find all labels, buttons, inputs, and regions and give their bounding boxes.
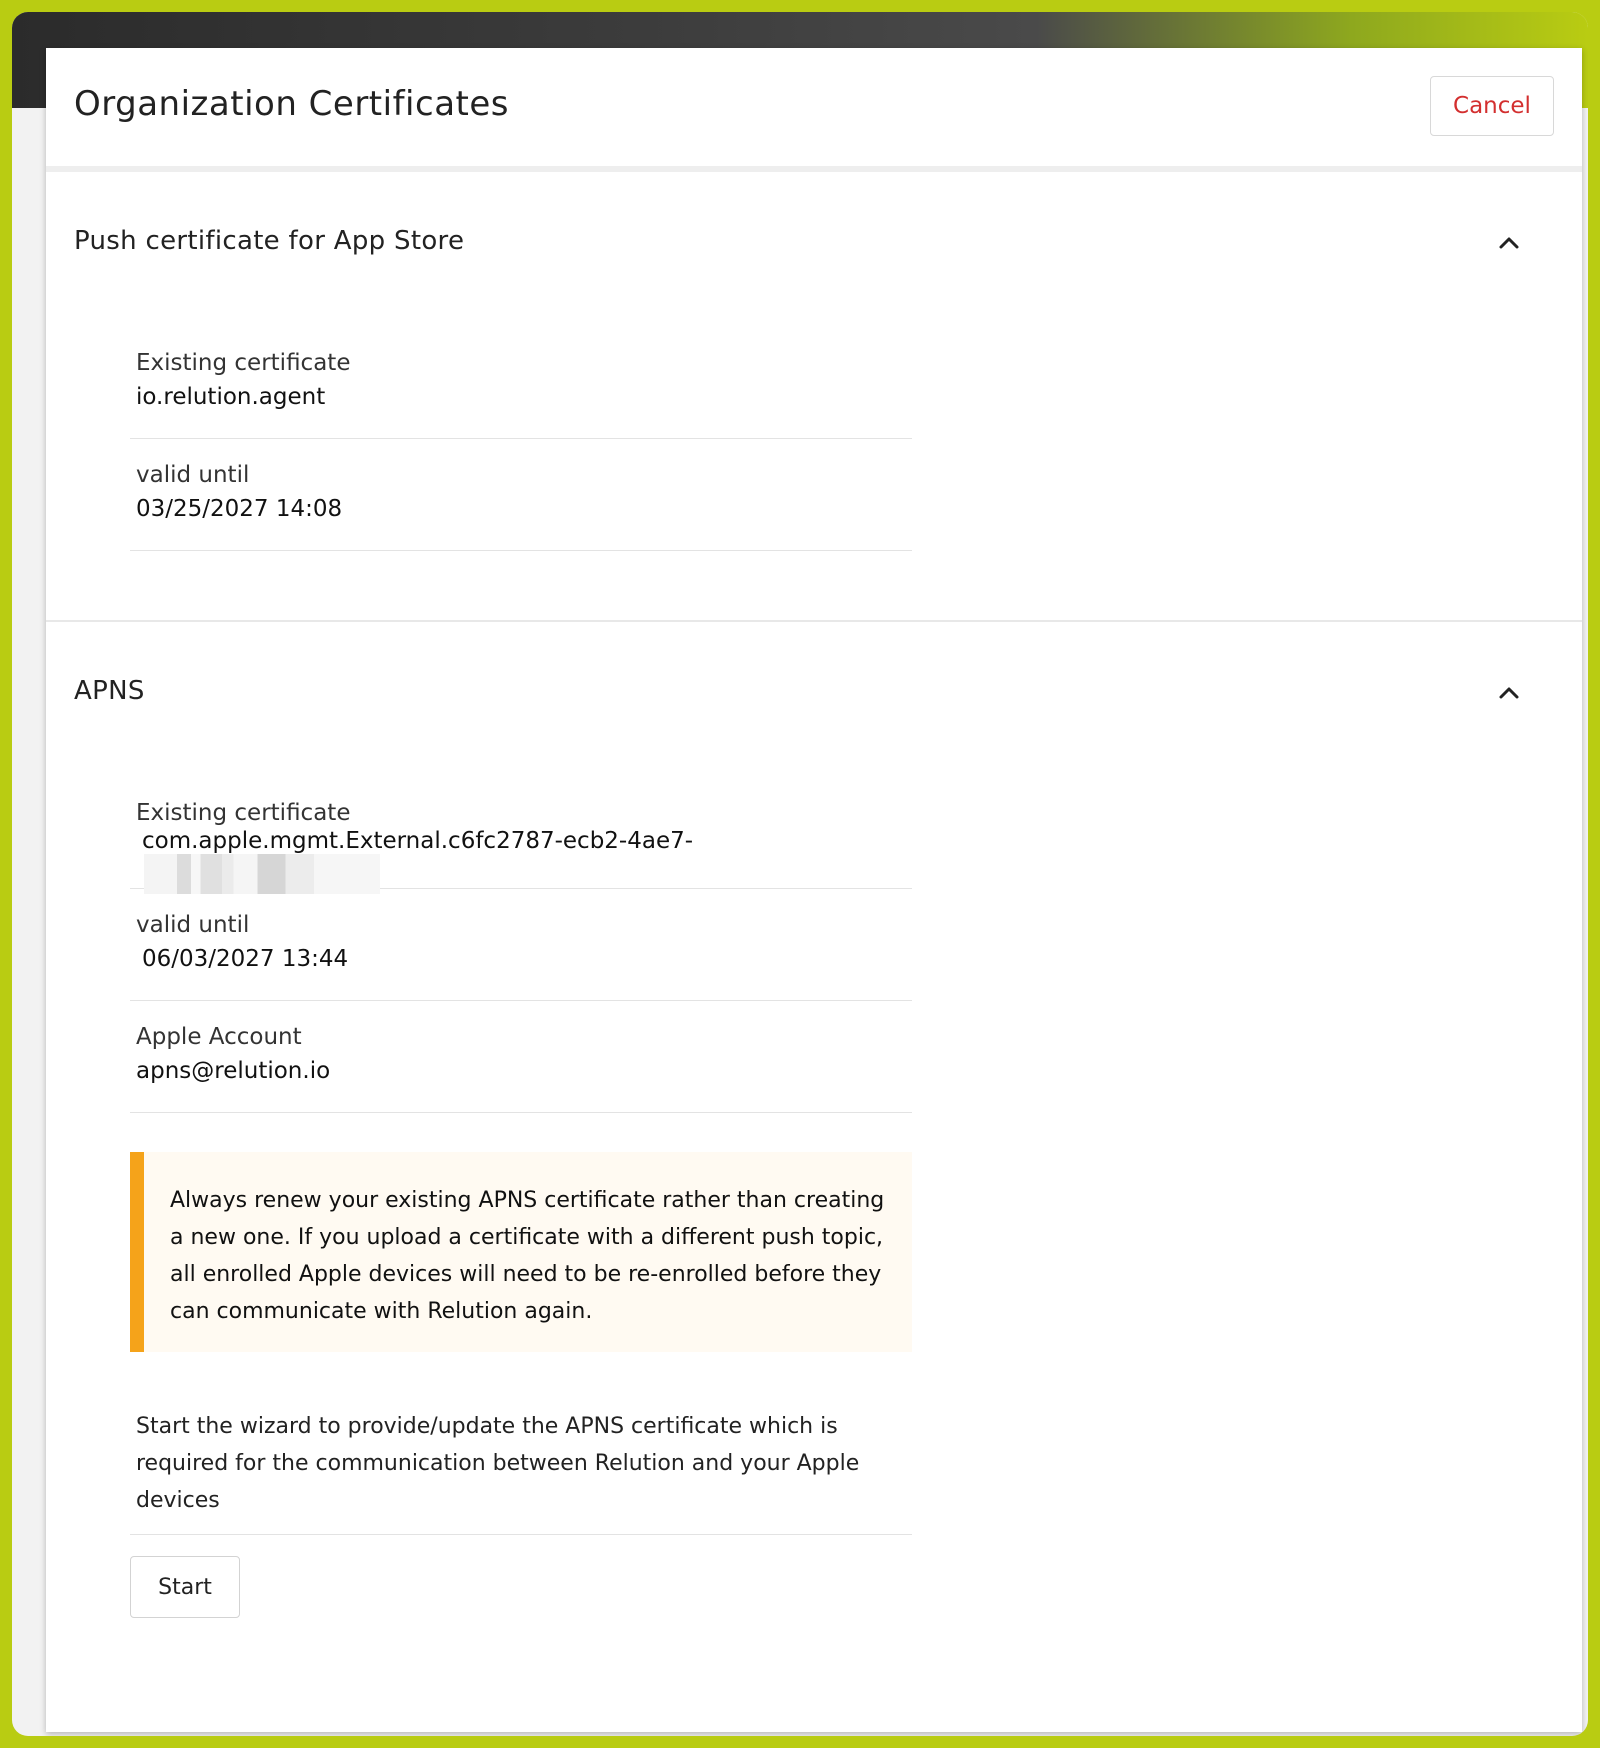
app-window: Organization Certificates Cancel Push ce…	[12, 12, 1588, 1736]
field-value: io.relution.agent	[136, 384, 326, 410]
certificate-topic: com.apple.mgmt.External.c6fc2787-ecb2-4a…	[142, 828, 694, 854]
field-value: apns@relution.io	[136, 1058, 331, 1084]
push-valid-until-field: valid until 03/25/2027 14:08	[130, 462, 912, 551]
chevron-up-icon[interactable]	[1496, 230, 1522, 256]
redacted-text	[144, 854, 380, 894]
cancel-button[interactable]: Cancel	[1430, 76, 1554, 136]
start-wizard-button[interactable]: Start	[130, 1556, 240, 1618]
wizard-description: Start the wizard to provide/update the A…	[136, 1414, 860, 1513]
field-label: Existing certificate	[136, 800, 351, 826]
section-divider	[46, 620, 1582, 622]
field-value: 03/25/2027 14:08	[136, 496, 343, 522]
warning-text: Always renew your existing APNS certific…	[170, 1188, 885, 1324]
apns-apple-account-field: Apple Account apns@relution.io	[130, 1024, 912, 1113]
chevron-up-icon[interactable]	[1496, 680, 1522, 706]
field-label: Apple Account	[136, 1024, 302, 1050]
apns-section-title: APNS	[74, 676, 145, 706]
apns-existing-certificate-field: Existing certificate com.apple.mgmt.Exte…	[130, 800, 912, 894]
wizard-divider	[130, 1534, 912, 1535]
field-label: Existing certificate	[136, 350, 351, 376]
field-label: valid until	[136, 912, 250, 938]
field-value: 06/03/2027 13:44	[142, 946, 349, 972]
dialog-header: Organization Certificates Cancel	[46, 48, 1582, 172]
field-label: valid until	[136, 462, 250, 488]
push-existing-certificate-field: Existing certificate io.relution.agent	[130, 350, 912, 439]
organization-certificates-dialog: Organization Certificates Cancel Push ce…	[46, 48, 1582, 1732]
field-value-row: com.apple.mgmt.External.c6fc2787-ecb2-4a…	[142, 828, 912, 894]
apns-valid-until-field: valid until 06/03/2027 13:44	[130, 912, 912, 1001]
dialog-title: Organization Certificates	[74, 84, 509, 124]
renewal-warning: Always renew your existing APNS certific…	[130, 1152, 912, 1352]
push-section-title: Push certificate for App Store	[74, 226, 465, 256]
